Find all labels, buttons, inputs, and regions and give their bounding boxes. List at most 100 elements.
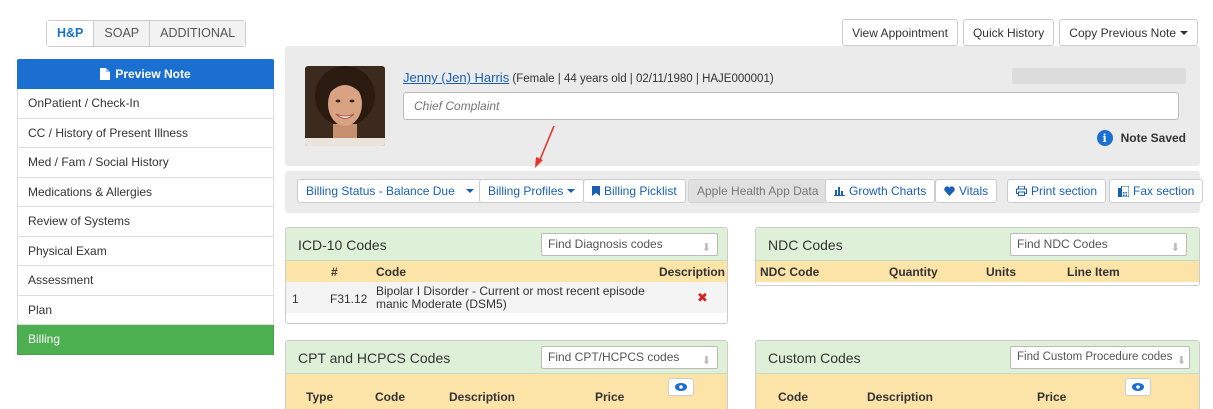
vitals-button[interactable]: Vitals	[935, 179, 998, 203]
download-icon: ⬇	[1170, 242, 1180, 254]
row-index: 1	[292, 292, 299, 306]
column-description: Description	[867, 390, 934, 404]
row-description: Bipolar I Disorder - Current or most rec…	[376, 285, 645, 311]
tab-soap[interactable]: SOAP	[94, 21, 151, 46]
sidebar-item-medications[interactable]: Medications & Allergies	[17, 177, 274, 207]
column-price: Price	[1037, 390, 1067, 404]
download-icon: ⬇	[701, 242, 711, 254]
custom-column-headers: Code Description Price	[756, 374, 1199, 409]
chief-complaint-input[interactable]	[403, 92, 1179, 120]
view-appointment-label: View Appointment	[852, 25, 948, 40]
ndc-title: NDC Codes	[768, 237, 843, 253]
apple-health-button[interactable]: Apple Health App Data	[688, 179, 828, 203]
cpt-header: CPT and HCPCS Codes Find CPT/HCPCS codes…	[286, 341, 727, 374]
sidebar-item-plan[interactable]: Plan	[17, 295, 274, 325]
sidebar: Preview Note OnPatient / Check-In CC / H…	[17, 59, 274, 355]
column-quantity: Quantity	[889, 265, 938, 279]
icd10-panel: ICD-10 Codes Find Diagnosis codes ⬇ # Co…	[285, 227, 728, 324]
note-type-tabs: H&P SOAP ADDITIONAL	[46, 20, 247, 47]
diagnosis-search-placeholder: Find Diagnosis codes	[548, 237, 663, 251]
column-price: Price	[595, 390, 625, 404]
ndc-search-input[interactable]: Find NDC Codes ⬇	[1010, 233, 1187, 256]
patient-info: Jenny (Jen) Harris (Female | 44 years ol…	[403, 70, 774, 85]
eye-icon	[675, 383, 687, 391]
note-saved-label: Note Saved	[1120, 131, 1186, 145]
icd10-title: ICD-10 Codes	[298, 237, 387, 253]
column-code: Code	[376, 265, 406, 279]
billing-status-label: Billing Status - Balance Due	[306, 184, 455, 198]
bookmark-icon	[592, 186, 600, 196]
bar-chart-icon	[834, 187, 845, 196]
billing-profiles-label: Billing Profiles	[488, 184, 564, 198]
tab-additional[interactable]: ADDITIONAL	[150, 21, 246, 46]
quick-history-label: Quick History	[972, 25, 1045, 40]
patient-name-link[interactable]: Jenny (Jen) Harris	[403, 70, 509, 85]
column-code: Code	[778, 390, 808, 404]
copy-previous-note-button[interactable]: Copy Previous Note	[1059, 19, 1198, 46]
column-type: Type	[306, 390, 334, 404]
caret-down-icon	[466, 189, 475, 193]
view-appointment-button[interactable]: View Appointment	[842, 19, 958, 46]
sidebar-item-social-history[interactable]: Med / Fam / Social History	[17, 148, 274, 178]
ndc-search-placeholder: Find NDC Codes	[1017, 237, 1108, 251]
billing-picklist-button[interactable]: Billing Picklist	[583, 179, 686, 203]
custom-title: Custom Codes	[768, 350, 861, 366]
print-section-button[interactable]: Print section	[1007, 179, 1107, 203]
top-actions: View Appointment Quick History Copy Prev…	[842, 19, 1198, 46]
download-icon: ⬇	[701, 355, 711, 367]
sidebar-item-billing[interactable]: Billing	[17, 325, 274, 355]
apple-health-label: Apple Health App Data	[697, 184, 819, 198]
row-code: F31.12	[330, 292, 368, 306]
column-units: Units	[986, 265, 1016, 279]
vitals-label: Vitals	[959, 184, 989, 198]
diagnosis-search-input[interactable]: Find Diagnosis codes ⬇	[541, 233, 718, 256]
column-num: #	[331, 265, 338, 279]
custom-search-placeholder: Find Custom Procedure codes	[1017, 351, 1173, 363]
cpt-search-input[interactable]: Find CPT/HCPCS codes ⬇	[541, 346, 718, 369]
row-description-line2: manic Moderate (DSM5)	[376, 297, 507, 311]
fax-icon	[1118, 185, 1129, 197]
toggle-visibility-button[interactable]	[668, 378, 694, 396]
custom-codes-panel: Custom Codes Find Custom Procedure codes…	[755, 340, 1200, 409]
toggle-visibility-button[interactable]	[1125, 378, 1151, 396]
sidebar-item-cc-hpi[interactable]: CC / History of Present Illness	[17, 118, 274, 148]
patient-header: Jenny (Jen) Harris (Female | 44 years ol…	[285, 46, 1200, 166]
document-icon	[100, 68, 111, 80]
preview-note-label: Preview Note	[115, 67, 191, 81]
cpt-title: CPT and HCPCS Codes	[298, 350, 451, 366]
fax-section-button[interactable]: Fax section	[1109, 179, 1204, 203]
print-section-label: Print section	[1031, 184, 1098, 198]
cpt-column-headers: Type Code Description Price	[286, 374, 727, 409]
billing-status-button[interactable]: Billing Status - Balance Due	[297, 179, 484, 203]
patient-photo	[305, 66, 385, 146]
billing-profiles-button[interactable]: Billing Profiles	[479, 179, 585, 203]
sidebar-item-physical-exam[interactable]: Physical Exam	[17, 236, 274, 266]
custom-search-input[interactable]: Find Custom Procedure codes ⬇	[1010, 346, 1190, 369]
caret-down-icon	[1180, 30, 1188, 35]
preview-note-button[interactable]: Preview Note	[17, 59, 274, 89]
sidebar-item-onpatient[interactable]: OnPatient / Check-In	[17, 89, 274, 119]
quick-history-button[interactable]: Quick History	[962, 19, 1055, 46]
billing-toolbar: Billing Status - Balance Due Billing Pro…	[285, 171, 1204, 213]
sidebar-item-assessment[interactable]: Assessment	[17, 266, 274, 296]
column-description: Description	[449, 390, 516, 404]
ndc-panel: NDC Codes Find NDC Codes ⬇ NDC Code Quan…	[755, 227, 1200, 286]
table-row: 1 F31.12 Bipolar I Disorder - Current or…	[286, 282, 727, 313]
sidebar-item-review-systems[interactable]: Review of Systems	[17, 207, 274, 237]
icd10-column-headers: # Code Description	[286, 261, 727, 282]
column-line-item: Line Item	[1067, 265, 1120, 279]
caret-down-icon	[567, 189, 576, 193]
heart-icon	[944, 186, 955, 196]
column-code: Code	[375, 390, 405, 404]
column-description: Description	[658, 265, 725, 279]
tab-hp[interactable]: H&P	[47, 21, 95, 46]
copy-previous-note-label: Copy Previous Note	[1069, 25, 1176, 40]
icd10-header: ICD-10 Codes Find Diagnosis codes ⬇	[286, 228, 727, 261]
column-ndc-code: NDC Code	[760, 265, 820, 279]
note-saved-status: i Note Saved	[1096, 130, 1186, 146]
cpt-panel: CPT and HCPCS Codes Find CPT/HCPCS codes…	[285, 340, 728, 409]
download-icon: ⬇	[1176, 355, 1186, 367]
ndc-column-headers: NDC Code Quantity Units Line Item	[756, 261, 1199, 282]
growth-charts-button[interactable]: Growth Charts	[825, 179, 936, 203]
delete-icon[interactable]: ✖	[697, 290, 708, 306]
